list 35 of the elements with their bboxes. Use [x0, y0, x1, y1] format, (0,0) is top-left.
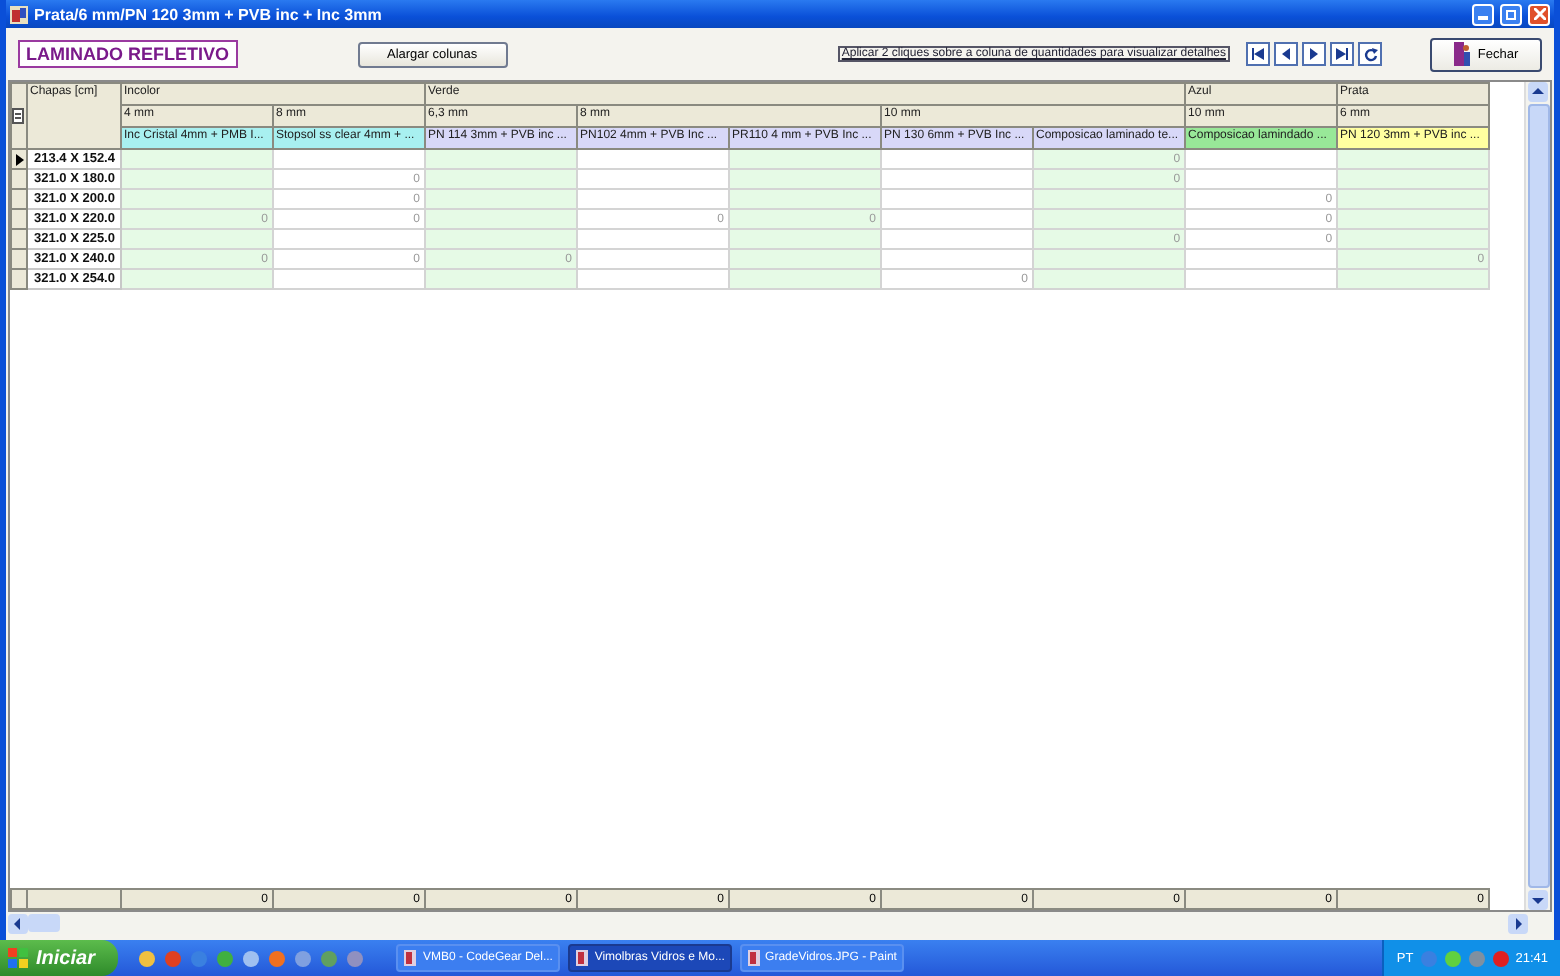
- arrow-icon: [1532, 86, 1544, 98]
- app-icon: [748, 950, 760, 966]
- close-icon: [1533, 8, 1545, 20]
- next-record-button[interactable]: [1302, 42, 1326, 66]
- scroll-up-button[interactable]: [1528, 82, 1548, 102]
- app-icon: [404, 950, 417, 966]
- close-button[interactable]: [1528, 3, 1550, 25]
- minimize-button[interactable]: [1472, 3, 1494, 25]
- first-record-button[interactable]: [1246, 42, 1270, 66]
- next-icon: [1308, 48, 1320, 60]
- refresh-button[interactable]: [1358, 42, 1382, 66]
- document-icon: [13, 108, 24, 124]
- exit-icon: [1453, 42, 1472, 66]
- current-row-icon: [15, 153, 23, 165]
- restore-button[interactable]: [1500, 3, 1522, 25]
- app-icon: [576, 950, 589, 966]
- arrow-icon: [12, 917, 24, 929]
- restore-icon: [1505, 8, 1517, 20]
- previous-icon: [1280, 48, 1292, 60]
- last-record-button[interactable]: [1330, 42, 1354, 66]
- scroll-down-button[interactable]: [1528, 890, 1548, 910]
- window-title: Prata/6 mm/PN 120 3mm + PVB inc + Inc 3mm: [34, 5, 384, 23]
- previous-record-button[interactable]: [1274, 42, 1298, 66]
- last-icon: [1336, 48, 1348, 60]
- browser-icon[interactable]: [268, 949, 287, 967]
- scroll-right-button[interactable]: [1508, 913, 1528, 933]
- section-heading: LAMINADO REFLETIVO: [18, 40, 237, 68]
- tray-icon[interactable]: [1491, 949, 1510, 967]
- app-icon: [10, 5, 28, 23]
- first-icon: [1252, 48, 1264, 60]
- folder-icon[interactable]: [138, 949, 157, 967]
- row-indicator[interactable]: [11, 149, 27, 169]
- refresh-icon: [1363, 47, 1377, 61]
- scroll-left-button[interactable]: [8, 913, 28, 933]
- windows-logo-icon: [8, 948, 28, 968]
